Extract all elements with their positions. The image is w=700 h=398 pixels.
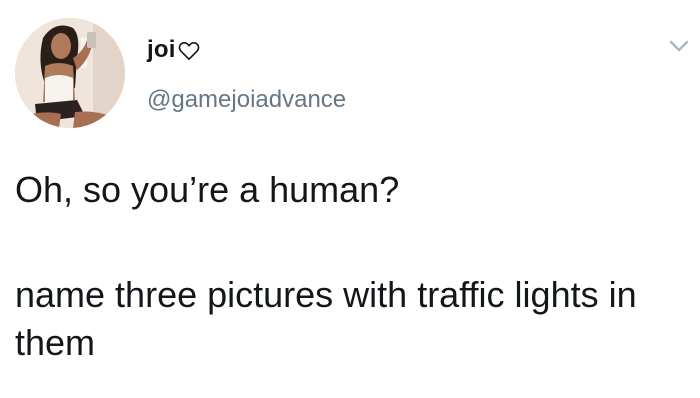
- heart-outline-icon: [178, 41, 199, 60]
- user-handle[interactable]: @gamejoiadvance: [147, 86, 346, 114]
- author-name-row[interactable]: joi: [147, 36, 200, 64]
- tweet-text: Oh, so you’re a human? name three pictur…: [15, 166, 675, 367]
- chevron-down-icon[interactable]: [668, 38, 690, 54]
- avatar-photo: [15, 18, 125, 128]
- tweet-card: joi @gamejoiadvance Oh, so you’re a huma…: [0, 0, 700, 398]
- tweet-text-line-1: Oh, so you’re a human?: [15, 169, 400, 210]
- tweet-text-line-2: name three pictures with traffic lights …: [15, 274, 637, 363]
- avatar[interactable]: [15, 18, 125, 128]
- display-name[interactable]: joi: [147, 36, 176, 64]
